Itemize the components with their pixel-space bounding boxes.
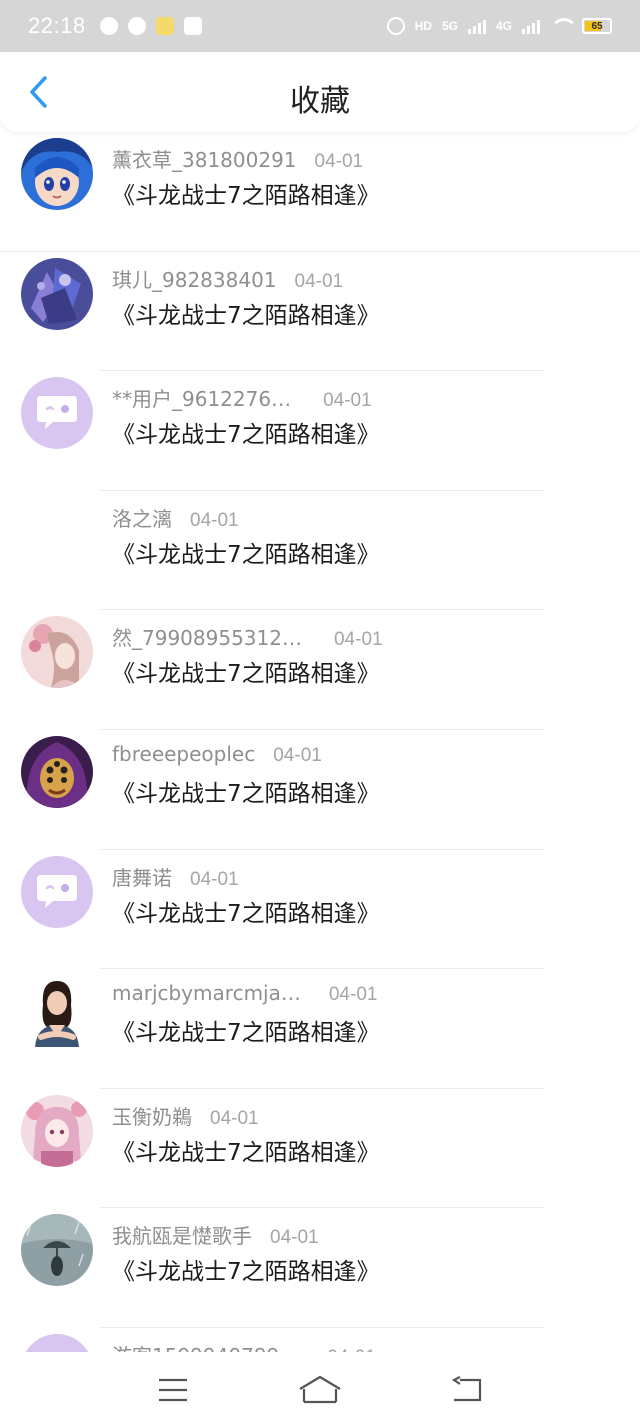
book-title[interactable]: 《斗龙战士7之陌路相逢》 — [112, 535, 380, 569]
avatar[interactable] — [21, 1333, 93, 1352]
user-name[interactable]: **用户_9612276… — [112, 383, 291, 412]
chat-bubble-icon — [127, 17, 146, 35]
list-item[interactable]: 游客1599940789… 04-01 — [0, 1328, 640, 1352]
menu-icon — [159, 1378, 188, 1401]
avatar[interactable] — [21, 257, 93, 330]
date: 04-01 — [190, 509, 239, 531]
avatar[interactable] — [21, 735, 93, 808]
woman-photo-avatar-icon — [21, 975, 93, 1048]
user-name[interactable]: 然_79908955312… — [112, 622, 302, 651]
status-bar: 22:18 HD 5G 4G 65 — [0, 0, 640, 52]
avatar[interactable] — [21, 377, 93, 450]
home-icon — [299, 1375, 341, 1403]
back-nav-button[interactable] — [437, 1365, 497, 1415]
hooded-face-avatar-icon — [21, 735, 93, 808]
rain-umbrella-avatar-icon — [21, 1214, 93, 1287]
user-name[interactable]: fbreeepeoplec — [112, 742, 255, 766]
default-chat-avatar-icon — [37, 396, 77, 430]
anime-blue-hair-avatar-icon — [21, 138, 93, 210]
user-name[interactable]: 洛之漓 — [112, 503, 172, 532]
date: 04-01 — [190, 868, 239, 890]
list-item[interactable]: 然_79908955312… 04-01 《斗龙战士7之陌路相逢》 — [0, 610, 640, 730]
avatar[interactable] — [21, 138, 93, 210]
book-title[interactable]: 《斗龙战士7之陌路相逢》 — [112, 296, 380, 330]
avatar[interactable] — [21, 1214, 93, 1287]
avatar[interactable] — [21, 616, 93, 689]
book-title[interactable]: 《斗龙战士7之陌路相逢》 — [112, 654, 380, 688]
battery-icon: 65 — [582, 18, 612, 34]
signal-icon-2 — [522, 18, 540, 34]
date: 04-01 — [314, 151, 364, 172]
date: 04-01 — [323, 390, 372, 412]
list-item[interactable]: 洛之漓 04-01 《斗龙战士7之陌路相逢》 — [0, 491, 640, 611]
back-arrow-icon — [451, 1375, 481, 1401]
book-title[interactable]: 《斗龙战士7之陌路相逢》 — [112, 1013, 380, 1047]
user-name[interactable]: 薰衣草_381800291 — [112, 144, 297, 173]
5g-indicator: 5G — [441, 19, 458, 33]
avatar[interactable] — [21, 855, 93, 928]
list-item[interactable]: 琪儿_982838401 04-01 《斗龙战士7之陌路相逢》 — [0, 252, 640, 372]
avatar[interactable] — [21, 1094, 93, 1167]
alarm-icon — [386, 17, 405, 35]
avatar[interactable] — [21, 497, 93, 569]
date: 04-01 — [328, 984, 378, 1006]
system-nav-bar — [0, 1352, 640, 1427]
list-item[interactable]: marjcbymarcmja… 04-01 《斗龙战士7之陌路相逢》 — [0, 969, 640, 1089]
purple-crystal-avatar-icon — [21, 257, 93, 330]
user-name[interactable]: 琪儿_982838401 — [112, 264, 277, 293]
user-name[interactable]: 我航瓯是憷歌手 — [112, 1220, 252, 1249]
list-item[interactable]: 唐舞诺 04-01 《斗龙战士7之陌路相逢》 — [0, 850, 640, 970]
book-title[interactable]: 《斗龙战士7之陌路相逢》 — [112, 1252, 380, 1286]
date: 04-01 — [210, 1107, 259, 1129]
user-name[interactable]: marjcbymarcmja… — [112, 981, 301, 1005]
wechat-icon — [99, 17, 118, 35]
list-item[interactable]: **用户_9612276… 04-01 《斗龙战士7之陌路相逢》 — [0, 371, 640, 491]
status-time: 22:18 — [28, 13, 86, 38]
book-title[interactable]: 《斗龙战士7之陌路相逢》 — [112, 1133, 380, 1167]
signal-icon — [467, 18, 486, 34]
date: 04-01 — [294, 270, 344, 292]
user-name[interactable]: 玉衡奶鵜 — [112, 1101, 192, 1130]
user-name[interactable]: 游客1599940789… — [112, 1340, 299, 1352]
list-item[interactable]: fbreeepeoplec 04-01 《斗龙战士7之陌路相逢》 — [0, 730, 640, 850]
default-chat-avatar-icon — [37, 874, 77, 908]
pink-girl-avatar-icon — [21, 616, 93, 689]
book-title[interactable]: 《斗龙战士7之陌路相逢》 — [112, 176, 380, 210]
home-button[interactable] — [290, 1365, 350, 1415]
date: 04-01 — [273, 744, 322, 766]
pink-anime-avatar-icon — [21, 1094, 93, 1167]
list-item[interactable]: 薰衣草_381800291 04-01 《斗龙战士7之陌路相逢》 — [0, 132, 640, 252]
book-title[interactable]: 《斗龙战士7之陌路相逢》 — [112, 415, 380, 449]
list-item[interactable]: 我航瓯是憷歌手 04-01 《斗龙战士7之陌路相逢》 — [0, 1208, 640, 1328]
book-title[interactable]: 《斗龙战士7之陌路相逢》 — [112, 774, 380, 808]
date: 04-01 — [333, 629, 383, 651]
menu-button[interactable] — [143, 1365, 203, 1415]
wifi-icon — [550, 18, 578, 34]
top-nav-bar: 收藏 — [0, 52, 640, 132]
list-item[interactable]: 玉衡奶鵜 04-01 《斗龙战士7之陌路相逢》 — [0, 1089, 640, 1209]
date: 04-01 — [270, 1227, 319, 1249]
4g-indicator: 4G — [495, 19, 512, 33]
avatar[interactable] — [21, 975, 93, 1048]
favorites-list: 薰衣草_381800291 04-01 《斗龙战士7之陌路相逢》 琪儿_9828… — [0, 132, 640, 1352]
paw-app-icon — [183, 17, 202, 35]
user-name[interactable]: 唐舞诺 — [112, 862, 172, 891]
battery-level: 65 — [591, 20, 603, 32]
hd-indicator: HD — [414, 19, 432, 33]
app-notification-icon — [155, 17, 174, 35]
page-title: 收藏 — [290, 84, 350, 119]
book-title[interactable]: 《斗龙战士7之陌路相逢》 — [112, 894, 380, 928]
